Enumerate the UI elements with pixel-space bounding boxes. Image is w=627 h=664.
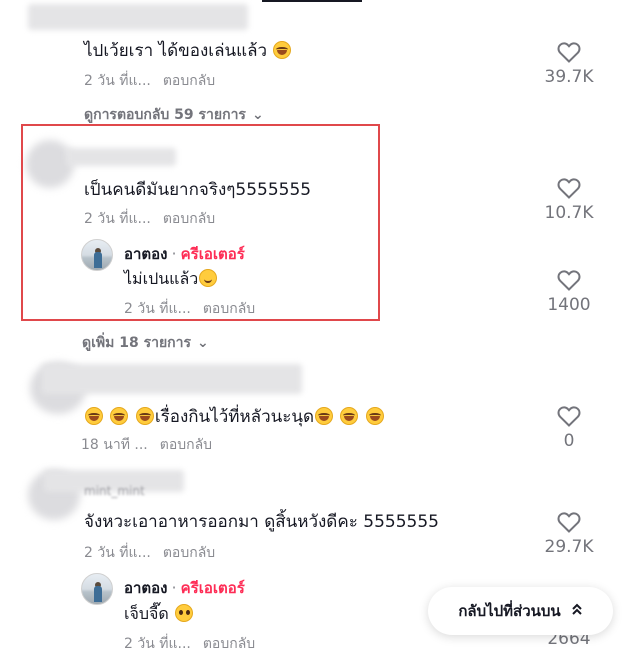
laugh-icon: [110, 407, 129, 425]
reply-button[interactable]: ตอบกลับ: [203, 636, 255, 652]
like-button[interactable]: 0: [534, 405, 604, 451]
highlight-annotation: [21, 124, 380, 321]
like-button[interactable]: 1400: [534, 269, 604, 315]
like-count: 10.7K: [544, 203, 594, 223]
blurred-username: [42, 364, 302, 394]
separator-dot: ·: [171, 578, 177, 597]
view-replies-label: ดูการตอบกลับ 59 รายการ: [84, 107, 246, 123]
heart-icon: [557, 42, 581, 63]
laugh-icon: [135, 407, 154, 425]
blurred-username: [28, 4, 248, 30]
chevron-down-icon: ⌄: [251, 107, 264, 123]
comment-meta: 18 นาที ... ตอบกลับ: [81, 434, 212, 456]
creator-header: อาตอง · ครีเอเตอร์: [124, 576, 245, 600]
comment-time: 18 นาที ...: [81, 437, 148, 453]
double-chevron-up-icon: [571, 602, 583, 620]
view-more-button[interactable]: ดูเพิ่ม 18 รายการ ⌄: [82, 332, 209, 354]
comment-time: 2 วัน ที่แ...: [84, 73, 151, 89]
reply-button[interactable]: ตอบกลับ: [163, 545, 215, 561]
heart-icon: [557, 270, 581, 291]
laugh-icon: [315, 407, 334, 425]
laugh-icon: [85, 407, 103, 425]
like-count: 39.7K: [544, 67, 594, 87]
comment-text: จังหวะเอาอาหารออกมา ดูสิ้นหวังดีคะ 55555…: [84, 512, 439, 532]
laugh-icon: [273, 41, 292, 59]
creator-avatar[interactable]: [81, 573, 113, 605]
reply-button[interactable]: ตอบกลับ: [160, 437, 212, 453]
comment-time: 2 วัน ที่แ...: [84, 545, 151, 561]
reply-text: เจ็บจี๊ด: [124, 602, 194, 627]
creator-name[interactable]: อาตอง: [124, 579, 168, 597]
laugh-icon: [365, 407, 384, 425]
tab-underline: [262, 0, 362, 2]
chevron-down-icon: ⌄: [197, 335, 209, 351]
back-to-top-button[interactable]: กลับไปที่ส่วนบน: [428, 587, 613, 635]
heart-icon: [557, 512, 581, 533]
like-count: 1400: [547, 295, 591, 315]
like-button[interactable]: 39.7K: [534, 41, 604, 87]
view-more-label: ดูเพิ่ม 18 รายการ: [82, 335, 192, 351]
like-button[interactable]: 10.7K: [534, 177, 604, 223]
like-button[interactable]: 29.7K: [534, 511, 604, 557]
comment-meta: 2 วัน ที่แ... ตอบกลับ: [84, 70, 215, 92]
comment-meta: 2 วัน ที่แ... ตอบกลับ: [84, 542, 215, 564]
like-count: 29.7K: [544, 537, 594, 557]
comment-username[interactable]: mint_mint: [84, 484, 145, 498]
pleading-face-icon: [174, 604, 193, 622]
reply-button[interactable]: ตอบกลับ: [163, 73, 215, 89]
comment-text: ไปเว้ยเรา ได้ของเล่นแล้ว: [84, 37, 292, 64]
heart-icon: [557, 406, 581, 427]
comment-text: เรื่องกินไว้ที่หลัวนะนุด: [84, 403, 385, 430]
view-replies-button[interactable]: ดูการตอบกลับ 59 รายการ ⌄: [84, 104, 264, 126]
back-to-top-label: กลับไปที่ส่วนบน: [458, 602, 561, 620]
heart-icon: [557, 178, 581, 199]
like-count: 0: [563, 431, 575, 451]
laugh-icon: [340, 407, 359, 425]
reply-meta: 2 วัน ที่แ... ตอบกลับ: [124, 633, 255, 655]
creator-badge: ครีเอเตอร์: [180, 579, 245, 597]
reply-time: 2 วัน ที่แ...: [124, 636, 191, 652]
